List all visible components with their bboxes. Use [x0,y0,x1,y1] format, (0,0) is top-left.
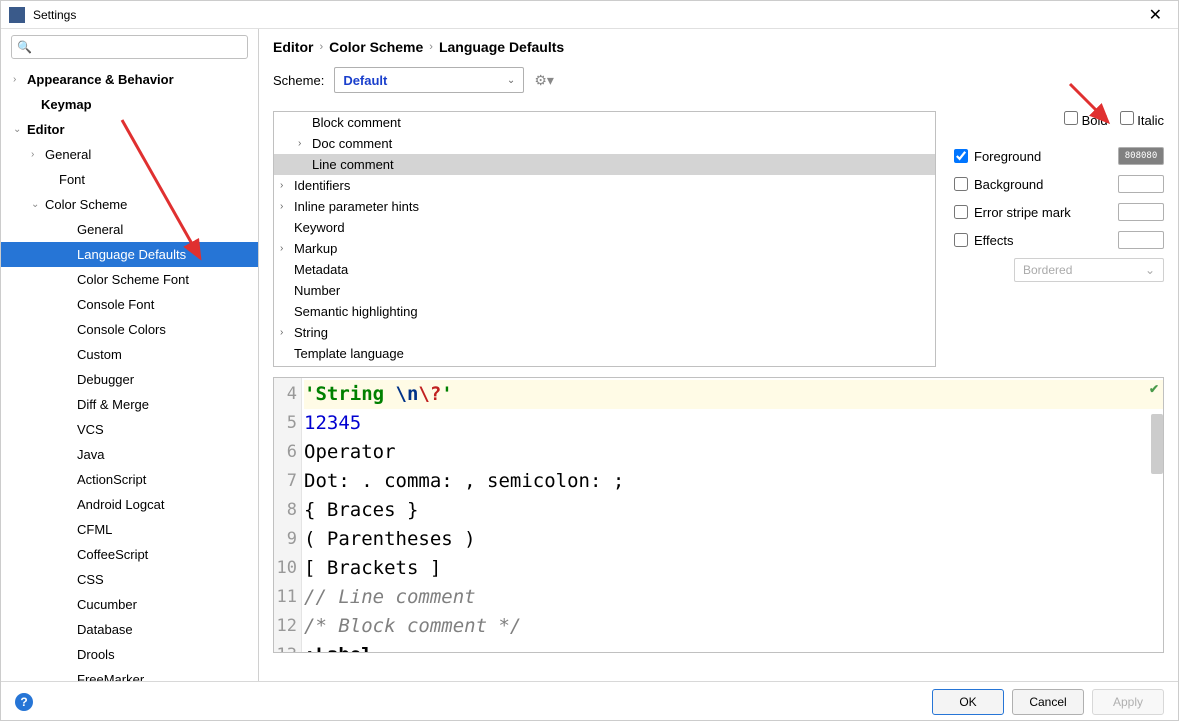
errorstripe-checkbox[interactable]: Error stripe mark [954,205,1071,220]
attribute-item[interactable]: ›Identifiers [274,175,935,196]
sidebar-item[interactable]: Java [1,442,258,467]
attribute-item[interactable]: ›Inline parameter hints [274,196,935,217]
chevron-right-icon: › [429,41,433,53]
apply-button[interactable]: Apply [1092,689,1164,715]
cancel-button[interactable]: Cancel [1012,689,1084,715]
ok-button[interactable]: OK [932,689,1004,715]
sidebar-item[interactable]: CFML [1,517,258,542]
scrollbar-thumb[interactable] [1151,414,1163,474]
app-icon [9,7,25,23]
attribute-item[interactable]: ›Markup [274,238,935,259]
attribute-item[interactable]: Number [274,280,935,301]
scheme-select[interactable]: Default ⌄ [334,67,524,93]
sidebar-item[interactable]: Android Logcat [1,492,258,517]
sidebar-item[interactable]: ⌄Color Scheme [1,192,258,217]
breadcrumb-item[interactable]: Color Scheme [329,39,423,55]
sidebar-item[interactable]: ActionScript [1,467,258,492]
breadcrumb: Editor › Color Scheme › Language Default… [273,39,1164,55]
background-checkbox[interactable]: Background [954,177,1043,192]
foreground-swatch[interactable]: 808080 [1118,147,1164,165]
sidebar-item[interactable]: ›General [1,142,258,167]
background-swatch[interactable] [1118,175,1164,193]
sidebar-item[interactable]: Custom [1,342,258,367]
settings-tree[interactable]: ›Appearance & BehaviorKeymap⌄Editor›Gene… [1,65,258,681]
attribute-item[interactable]: Metadata [274,259,935,280]
sidebar-item[interactable]: Drools [1,642,258,667]
titlebar: Settings ✕ [1,1,1178,29]
gutter: 45678910111213 [274,378,302,652]
sidebar-item[interactable]: CSS [1,567,258,592]
attribute-item[interactable]: Semantic highlighting [274,301,935,322]
preview-editor[interactable]: 45678910111213 'String \n\?'12345Operato… [273,377,1164,653]
effects-checkbox[interactable]: Effects [954,233,1014,248]
sidebar-item[interactable]: Console Font [1,292,258,317]
gear-icon[interactable]: ⚙▾ [534,72,554,89]
attribute-item[interactable]: Template language [274,343,935,364]
sidebar-item[interactable]: CoffeeScript [1,542,258,567]
chevron-right-icon: › [319,41,323,53]
sidebar-item[interactable]: Database [1,617,258,642]
sidebar-item[interactable]: Cucumber [1,592,258,617]
attribute-item[interactable]: Keyword [274,217,935,238]
sidebar-item[interactable]: General [1,217,258,242]
sidebar-item[interactable]: ›Appearance & Behavior [1,67,258,92]
scheme-label: Scheme: [273,73,324,88]
sidebar-item[interactable]: Diff & Merge [1,392,258,417]
sidebar-item[interactable]: Language Defaults [1,242,258,267]
dialog-footer: ? OK Cancel Apply [1,681,1178,721]
bold-checkbox[interactable]: Bold [1064,111,1108,128]
sidebar-item[interactable]: Font [1,167,258,192]
window-title: Settings [33,8,1141,22]
breadcrumb-item: Language Defaults [439,39,564,55]
sidebar-item[interactable]: FreeMarker [1,667,258,681]
attribute-item[interactable]: ›String [274,322,935,343]
inspection-ok-icon: ✔ [1149,382,1159,396]
sidebar-item[interactable]: Console Colors [1,317,258,342]
chevron-down-icon: ⌄ [1145,263,1155,277]
content-panel: Editor › Color Scheme › Language Default… [259,29,1178,681]
attribute-item[interactable]: ›Doc comment [274,133,935,154]
chevron-down-icon: ⌄ [507,75,515,86]
sidebar-item[interactable]: Debugger [1,367,258,392]
errorstripe-swatch[interactable] [1118,203,1164,221]
search-icon: 🔍 [17,40,32,54]
search-input[interactable] [11,35,248,59]
sidebar: 🔍 ›Appearance & BehaviorKeymap⌄Editor›Ge… [1,29,259,681]
sidebar-item[interactable]: Keymap [1,92,258,117]
effects-type-select: Bordered ⌄ [1014,258,1164,282]
attribute-item[interactable]: Line comment [274,154,935,175]
sidebar-item[interactable]: Color Scheme Font [1,267,258,292]
code-area[interactable]: 'String \n\?'12345OperatorDot: . comma: … [302,378,1163,652]
sidebar-item[interactable]: ⌄Editor [1,117,258,142]
sidebar-item[interactable]: VCS [1,417,258,442]
attribute-item[interactable]: Block comment [274,112,935,133]
attribute-tree[interactable]: Block comment›Doc commentLine comment›Id… [273,111,936,367]
breadcrumb-item[interactable]: Editor [273,39,313,55]
close-button[interactable]: ✕ [1141,5,1170,25]
options-panel: Bold Italic Foreground 808080 Background… [954,111,1164,367]
help-button[interactable]: ? [15,693,33,711]
foreground-checkbox[interactable]: Foreground [954,149,1041,164]
italic-checkbox[interactable]: Italic [1120,111,1164,128]
effects-swatch[interactable] [1118,231,1164,249]
